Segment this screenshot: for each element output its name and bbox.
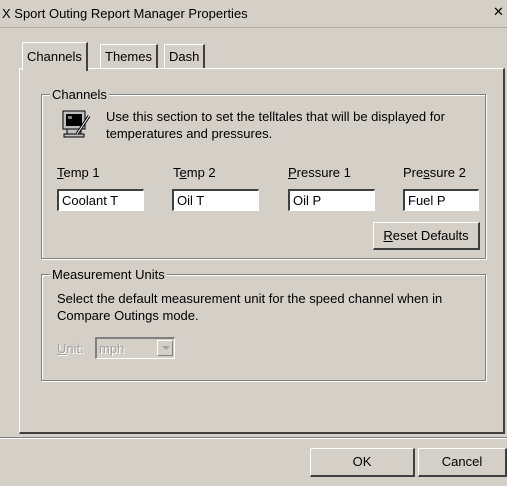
close-icon[interactable]: ✕ [493, 3, 507, 21]
temp1-label: Temp 1 [57, 165, 100, 180]
pressure1-input[interactable]: Oil P [288, 189, 375, 211]
pressure2-input[interactable]: Fuel P [403, 189, 479, 211]
footer-separator [0, 437, 507, 439]
tab-dash-label: Dash [169, 49, 200, 64]
channels-description: Use this section to set the telltales th… [106, 109, 445, 141]
channels-group-legend: Channels [50, 87, 109, 102]
cancel-button[interactable]: Cancel [418, 448, 507, 477]
unit-label: Unit: [57, 341, 84, 356]
pressure2-label: Pressure 2 [403, 165, 466, 180]
tab-channels[interactable]: Channels [22, 42, 88, 71]
window-title: X Sport Outing Report Manager Properties [2, 6, 248, 21]
pressure1-label: Pressure 1 [288, 165, 351, 180]
unit-select[interactable]: mph [95, 337, 175, 359]
temp2-label: Temp 2 [173, 165, 216, 180]
reset-defaults-button[interactable]: Reset Defaults [373, 222, 480, 250]
temp1-input[interactable]: Coolant T [57, 189, 144, 211]
ok-button[interactable]: OK [310, 448, 415, 477]
title-bar: X Sport Outing Report Manager Properties… [0, 0, 507, 28]
measurement-description: Select the default measurement unit for … [57, 291, 443, 323]
chevron-down-icon[interactable] [157, 340, 173, 356]
unit-select-value: mph [99, 341, 125, 356]
measurement-units-legend: Measurement Units [50, 267, 167, 282]
tab-themes-label: Themes [105, 49, 152, 64]
tab-themes[interactable]: Themes [100, 44, 158, 69]
monitor-icon [60, 108, 92, 140]
tab-dash[interactable]: Dash [164, 44, 206, 69]
temp2-input[interactable]: Oil T [172, 189, 259, 211]
tab-channels-label: Channels [27, 49, 82, 64]
